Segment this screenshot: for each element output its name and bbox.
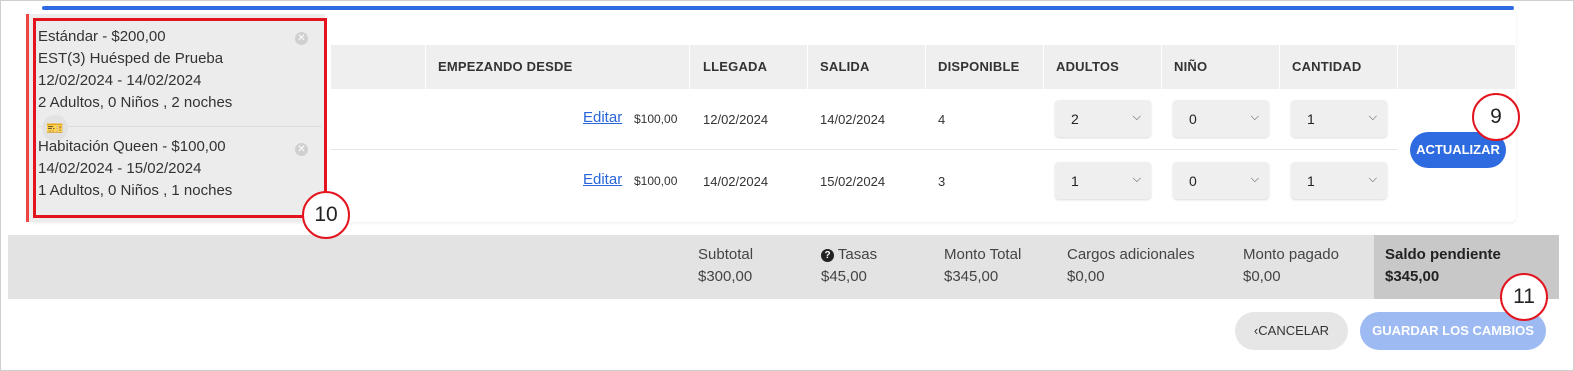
row-arrival: 14/02/2024 xyxy=(703,174,769,189)
header-available: DISPONIBLE xyxy=(938,59,1020,74)
header-departure: SALIDA xyxy=(820,59,870,74)
row-departure: 14/02/2024 xyxy=(820,112,886,127)
subtotal-label: Subtotal xyxy=(698,246,754,263)
edit-link[interactable]: Editar xyxy=(583,171,622,188)
child-value: 0 xyxy=(1189,111,1197,127)
column-divider xyxy=(1397,45,1398,89)
adults-select[interactable]: 1 ⌵ xyxy=(1055,162,1151,199)
balance-label: Saldo pendiente xyxy=(1385,246,1501,263)
child-value: 0 xyxy=(1189,173,1197,189)
chevron-down-icon: ⌵ xyxy=(1132,111,1141,123)
chevron-down-icon: ⌵ xyxy=(1250,111,1259,123)
quantity-value: 1 xyxy=(1307,111,1315,127)
edit-link[interactable]: Editar xyxy=(583,109,622,126)
adults-select[interactable]: 2 ⌵ xyxy=(1055,100,1151,137)
row-divider xyxy=(331,149,1397,150)
row-price: $100,00 xyxy=(634,174,678,188)
column-divider xyxy=(689,45,690,89)
taxes: ? Tasas $45,00 xyxy=(821,244,877,288)
total-amount: Monto Total $345,00 xyxy=(944,244,1021,288)
header-quantity: CANTIDAD xyxy=(1292,59,1362,74)
column-divider xyxy=(1161,45,1162,89)
column-divider xyxy=(807,45,808,89)
question-circle-icon[interactable]: ? xyxy=(821,249,834,262)
adults-value: 2 xyxy=(1071,111,1079,127)
child-select[interactable]: 0 ⌵ xyxy=(1173,162,1269,199)
taxes-value: $45,00 xyxy=(821,268,867,285)
quantity-select[interactable]: 1 ⌵ xyxy=(1291,100,1387,137)
row-available: 4 xyxy=(938,112,946,127)
callout-10: 10 xyxy=(302,191,350,239)
quantity-select[interactable]: 1 ⌵ xyxy=(1291,162,1387,199)
extra-label: Cargos adicionales xyxy=(1067,246,1195,263)
total-label: Monto Total xyxy=(944,246,1022,263)
column-divider xyxy=(925,45,926,89)
subtotal: Subtotal $300,00 xyxy=(698,244,753,288)
chevron-down-icon: ⌵ xyxy=(1132,173,1141,185)
cancel-label: CANCELAR xyxy=(1258,323,1330,338)
cancel-button[interactable]: ‹CANCELAR xyxy=(1235,312,1348,350)
paid-value: $0,00 xyxy=(1243,268,1281,285)
header-child: NIÑO xyxy=(1174,59,1208,74)
taxes-label: Tasas xyxy=(837,246,878,263)
header-arrival: LLEGADA xyxy=(703,59,768,74)
chevron-down-icon: ⌵ xyxy=(1368,111,1377,123)
chevron-down-icon: ⌵ xyxy=(1368,173,1377,185)
subtotal-value: $300,00 xyxy=(698,268,753,285)
annotation-highlight-box xyxy=(33,18,327,218)
chevron-down-icon: ⌵ xyxy=(1250,173,1259,185)
amount-paid: Monto pagado $0,00 xyxy=(1243,244,1339,288)
total-value: $345,00 xyxy=(944,268,999,285)
column-divider xyxy=(425,45,426,89)
row-arrival: 12/02/2024 xyxy=(703,112,769,127)
additional-charges: Cargos adicionales $0,00 xyxy=(1067,244,1195,288)
column-divider xyxy=(1279,45,1280,89)
row-departure: 15/02/2024 xyxy=(820,174,886,189)
callout-9: 9 xyxy=(1472,93,1520,141)
row-price: $100,00 xyxy=(634,112,678,126)
column-divider xyxy=(1043,45,1044,89)
balance-value: $345,00 xyxy=(1385,268,1440,285)
quantity-value: 1 xyxy=(1307,173,1315,189)
adults-value: 1 xyxy=(1071,173,1079,189)
extra-value: $0,00 xyxy=(1067,268,1105,285)
header-adults: ADULTOS xyxy=(1056,59,1120,74)
child-select[interactable]: 0 ⌵ xyxy=(1173,100,1269,137)
paid-label: Monto pagado xyxy=(1243,246,1339,263)
row-available: 3 xyxy=(938,174,946,189)
header-starting-from: EMPEZANDO DESDE xyxy=(438,59,573,74)
balance-due: Saldo pendiente $345,00 xyxy=(1385,244,1501,288)
callout-11: 11 xyxy=(1500,273,1548,321)
